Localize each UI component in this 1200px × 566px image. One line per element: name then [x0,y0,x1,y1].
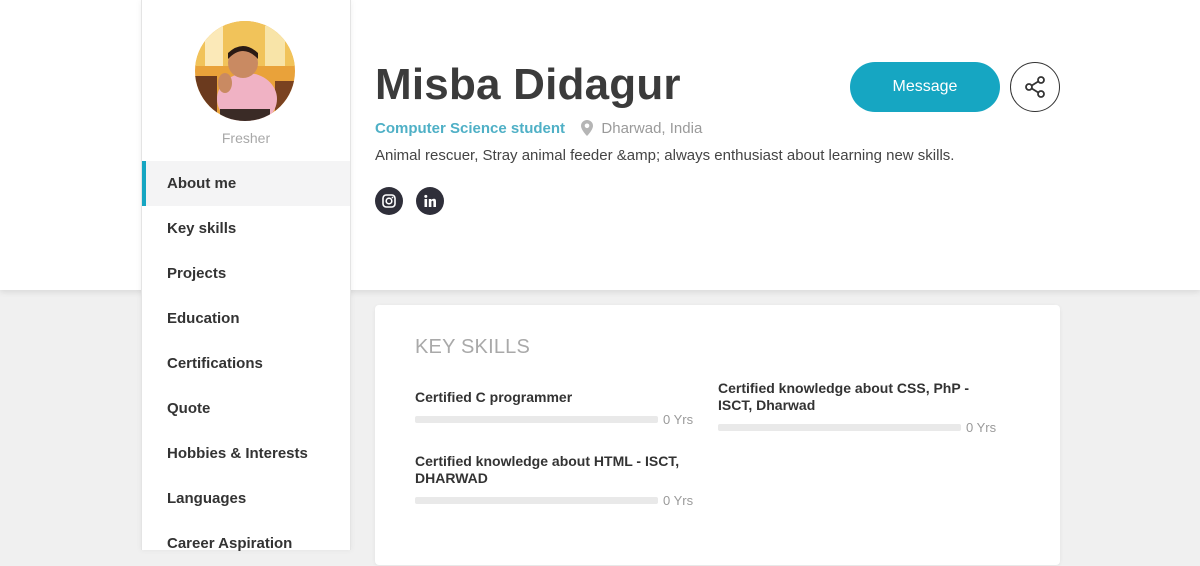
skill-progress-bar [415,497,658,504]
profile-sidebar: Fresher About me Key skills Projects Educat… [141,0,351,552]
key-skills-card: KEY SKILLS Certified C programmer 0 Yrs … [375,305,1060,565]
social-links [375,187,453,215]
share-button[interactable] [1010,62,1060,112]
share-icon [1025,76,1045,98]
skill-name: Certified knowledge about CSS, PhP - ISC… [718,380,969,413]
sidebar-item-quote[interactable]: Quote [142,386,350,431]
skill-name: Certified C programmer [415,389,573,405]
message-button[interactable]: Message [850,62,1000,112]
skill-name: Certified knowledge about HTML - ISCT, D… [415,453,680,486]
linkedin-icon [424,194,437,207]
skill-progress-bar [415,416,658,423]
sidebar-item-key-skills[interactable]: Key skills [142,206,350,251]
sidebar-item-languages[interactable]: Languages [142,476,350,521]
skill-experience: 0 Yrs [663,493,694,508]
sidebar-nav: About me Key skills Projects Education Certi… [142,161,350,566]
profile-name: Misba Didagur [375,60,681,109]
profile-location: Dharwad, India [601,120,703,137]
sidebar-item-about-me[interactable]: About me [142,161,350,206]
skill-progress-bar [718,424,961,431]
profile-headline: Computer Science student [375,120,566,137]
skill-experience: 0 Yrs [966,420,997,435]
profile-bio: Animal rescuer, Stray animal feeder &amp… [375,147,955,164]
sidebar-item-hobbies-interests[interactable]: Hobbies & Interests [142,431,350,476]
instagram-icon [382,194,396,208]
avatar [195,21,295,121]
sidebar-item-projects[interactable]: Projects [142,251,350,296]
location-pin-icon [581,120,594,140]
profile-subline: Computer Science student Dharwad, India [375,120,702,140]
avatar-photo [195,21,295,121]
sidebar-item-education[interactable]: Education [142,296,350,341]
sidebar-item-certifications[interactable]: Certifications [142,341,350,386]
skill-experience: 0 Yrs [663,412,694,427]
sidebar-item-career-aspiration[interactable]: Career Aspiration [142,521,350,566]
profile-level-label: Fresher [221,130,271,146]
skill-item: Certified C programmer 0 Yrs [415,389,695,428]
skill-item: Certified knowledge about CSS, PhP - ISC… [718,380,998,436]
key-skills-title: KEY SKILLS [415,336,531,358]
skill-item: Certified knowledge about HTML - ISCT, D… [415,453,695,509]
instagram-link[interactable] [375,187,403,215]
linkedin-link[interactable] [416,187,445,215]
